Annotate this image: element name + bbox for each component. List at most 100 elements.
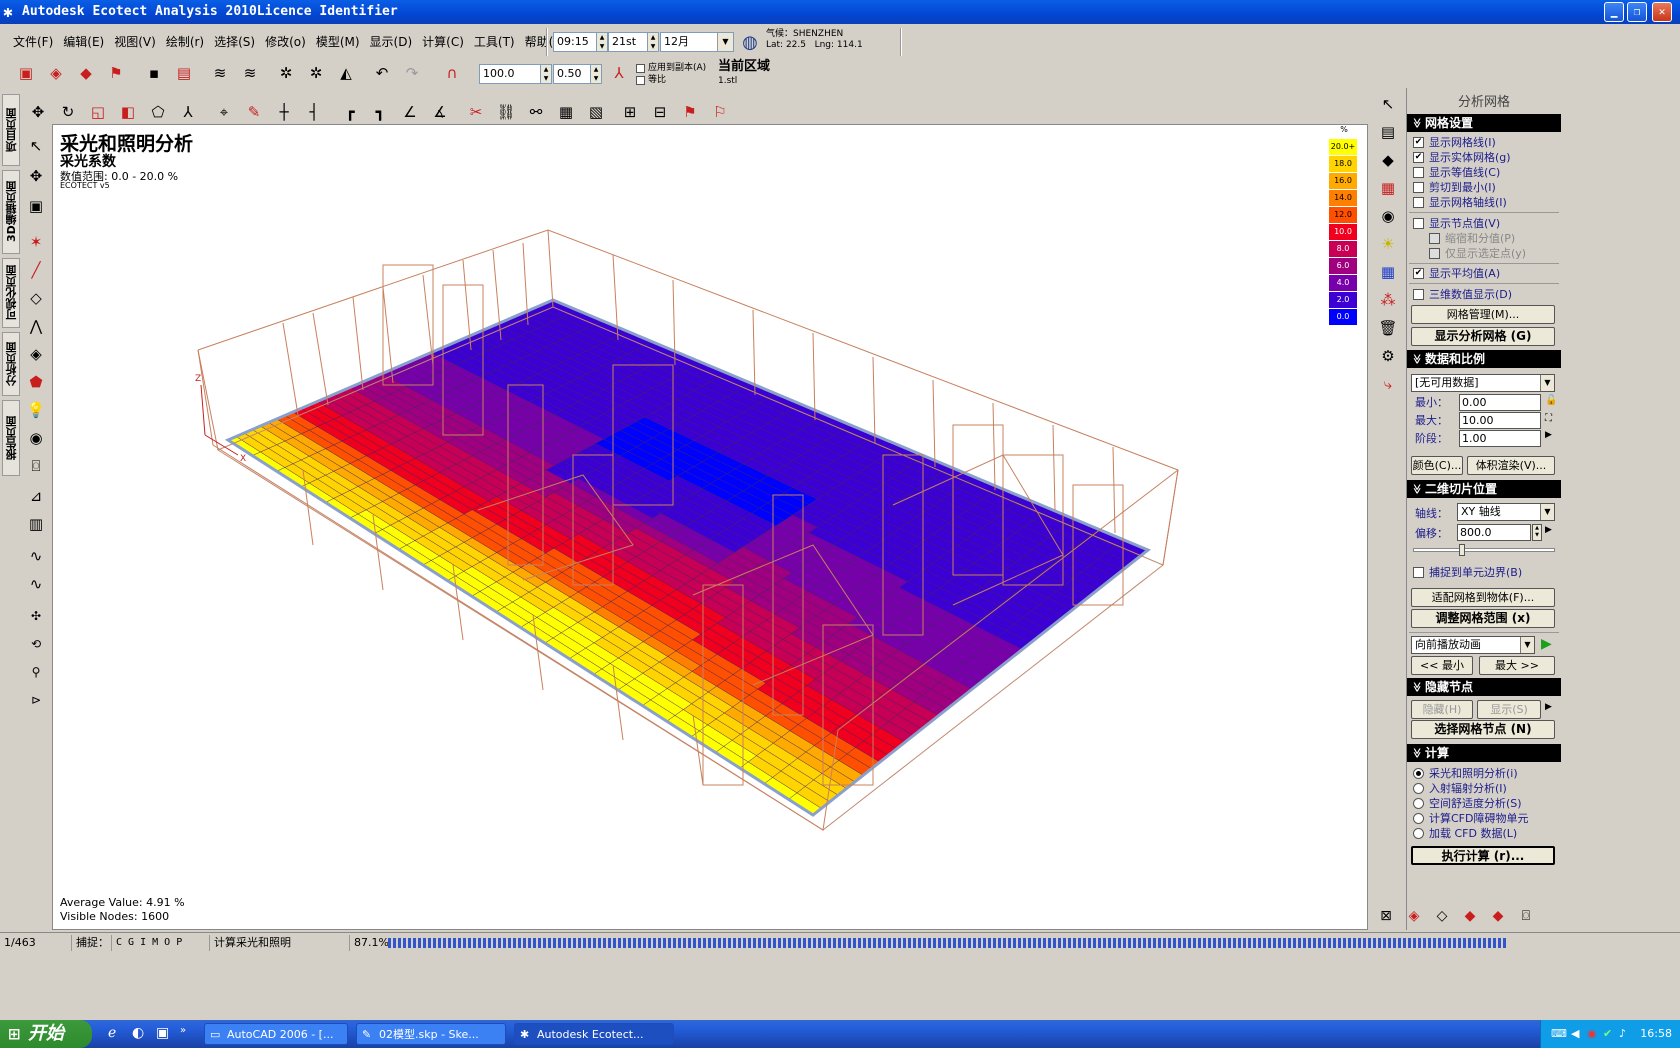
menu-tools[interactable]: 工具(T) [469,28,520,56]
min-input[interactable]: 0.00 [1459,394,1541,411]
corner-alt-icon[interactable]: ┓ [368,100,392,124]
step-input[interactable]: 0.50 [553,64,591,84]
dataset-select[interactable]: [无可用数据] ▼ [1411,374,1555,392]
fit-icon[interactable]: ⛶ [1545,413,1552,424]
offset-input[interactable]: 800.0 [1457,524,1531,541]
zoom-input[interactable]: 100.0 [479,64,541,84]
grid-manage-button[interactable]: 网格管理(M)... [1411,305,1555,324]
camera-view-icon[interactable]: ⌼ [1514,904,1538,928]
day-spinner[interactable]: ▲ ▼ [647,32,659,52]
display-icon[interactable]: ▪ [142,61,166,85]
anim-min-button[interactable]: << 最小 [1411,656,1473,675]
snap-tool-icon[interactable]: ⌖ [212,100,236,124]
show-solid-grid-option[interactable]: ✔ 显示实体网格(g) [1413,150,1511,165]
orbit-icon[interactable]: ✣ [24,604,48,628]
sun-icon[interactable]: ☀ [1376,232,1400,256]
shrink-option[interactable]: 缩宿和分值(P) [1429,231,1515,246]
quicklaunch-desktop-icon[interactable]: ▣ [156,1025,169,1041]
volume-render-button[interactable]: 体积渲染(V)... [1467,456,1555,475]
start-button[interactable]: ⊞ 开始 [0,1020,92,1048]
step-spinner[interactable]: ▲ ▼ [590,64,602,84]
chart-icon[interactable]: ▥ [24,512,48,536]
play-icon[interactable]: ▶ [1545,430,1552,440]
layers-alt-icon[interactable]: ≋ [238,61,262,85]
material-icon[interactable]: ◆ [1376,148,1400,172]
zoom-window-icon[interactable]: ▣ [24,194,48,218]
play-icon[interactable]: ▶ [1545,525,1552,535]
line-icon[interactable]: ╱ [24,258,48,282]
flag-alt-icon[interactable]: ⚐ [708,100,732,124]
open-file-icon[interactable]: ◈ [44,61,68,85]
light-icon[interactable]: 💡 [24,398,48,422]
split-icon[interactable]: ┼ [272,100,296,124]
volume-icon[interactable]: ♪ [1619,1020,1626,1048]
join-icon[interactable]: ┤ [302,100,326,124]
box-icon[interactable]: ⊞ [618,100,642,124]
time-spinner[interactable]: ▲ ▼ [596,32,608,52]
menu-view[interactable]: 视图(V) [109,28,161,56]
hide-nodes-button[interactable]: 隐藏(H) [1411,700,1473,719]
menu-model[interactable]: 模型(M) [311,28,365,56]
box-alt-icon[interactable]: ⊟ [648,100,672,124]
show-axes-option[interactable]: 显示网格轴线(I) [1413,195,1507,210]
render-icon[interactable]: ◭ [334,61,358,85]
cut-tool-icon[interactable]: ✎ [242,100,266,124]
show-3d-values-option[interactable]: 三维数值显示(D) [1413,287,1512,302]
day-input[interactable]: 21st [608,32,648,52]
speaker-icon[interactable]: ◉ [24,426,48,450]
slice-header[interactable]: 二维切片位置 [1407,480,1561,498]
visibility-icon[interactable]: ◉ [1376,204,1400,228]
equal-checkbox[interactable] [636,75,645,85]
curve-icon[interactable]: ∿ [24,544,48,568]
save-file-icon[interactable]: ◆ [74,61,98,85]
lock-icon[interactable]: 🔓 [1545,395,1557,406]
calc-option-radiation[interactable]: 入射辐射分析(I) [1413,781,1507,796]
task-ecotect[interactable]: ✱ Autodesk Ecotect... [514,1023,674,1045]
quicklaunch-more-icon[interactable]: » [180,1025,186,1036]
report-icon[interactable]: ▤ [1376,120,1400,144]
show-contours-option[interactable]: 显示等值线(C) [1413,165,1500,180]
menu-select[interactable]: 选择(S) [209,28,260,56]
curve-alt-icon[interactable]: ∿ [24,572,48,596]
menu-file[interactable]: 文件(F) [8,28,58,56]
zone-icon[interactable]: ⬟ [24,370,48,394]
show-nodes-button[interactable]: 显示(S) [1477,700,1541,719]
zone-manage-icon[interactable]: ▦ [1376,176,1400,200]
angle-icon[interactable]: ∠ [398,100,422,124]
month-select[interactable]: 12月 ▼ [660,32,734,52]
link-icon[interactable]: ⛓ [494,100,518,124]
wireframe-icon[interactable]: ◇ [1430,904,1454,928]
hidden-nodes-header[interactable]: 隐藏节点 [1407,678,1561,696]
menu-draw[interactable]: 绘制(r) [161,28,209,56]
gear-icon[interactable]: ✲ [274,61,298,85]
rotate-icon[interactable]: ↻ [56,100,80,124]
grid-icon[interactable]: ▦ [1376,260,1400,284]
zoom-icon[interactable]: ⚲ [24,660,48,684]
tab-analysis[interactable]: 分析页面 [2,332,20,396]
color-button[interactable]: 颜色(C)... [1411,456,1463,475]
only-selected-option[interactable]: 仅显示选定点(y) [1429,246,1526,261]
task-autocad[interactable]: ▭ AutoCAD 2006 - [... [204,1023,348,1045]
new-file-icon[interactable]: ▣ [14,61,38,85]
calc-header[interactable]: 计算 [1407,744,1561,762]
flag-icon[interactable]: ⚑ [678,100,702,124]
settings-icon[interactable]: ✲ [304,61,328,85]
axis-tool-icon[interactable]: ⅄ [176,100,200,124]
ungroup-icon[interactable]: ▧ [584,100,608,124]
time-input[interactable]: 09:15 [553,32,597,52]
network-icon[interactable]: ◀ [1571,1020,1579,1048]
axis-icon[interactable]: ⅄ [607,61,631,85]
data-scale-header[interactable]: 数据和比例 [1407,350,1561,368]
run-calculation-button[interactable]: 执行计算 (r)... [1411,846,1555,865]
export-icon[interactable]: ⚑ [104,61,128,85]
show-analysis-grid-button[interactable]: 显示分析网格 (G) [1411,327,1555,346]
polyline-icon[interactable]: ⋀ [24,314,48,338]
layers-icon[interactable]: ≋ [208,61,232,85]
calc-option-comfort[interactable]: 空间舒适度分析(S) [1413,796,1522,811]
play-icon[interactable]: ▶ [1545,702,1552,712]
calc-option-daylight[interactable]: 采光和照明分析(i) [1413,766,1518,781]
view-icon[interactable]: ⊠ [1374,904,1398,928]
anim-max-button[interactable]: 最大 >> [1479,656,1555,675]
show-average-option[interactable]: ✔ 显示平均值(A) [1413,266,1500,281]
quicklaunch-ie-icon[interactable]: ℯ [108,1025,116,1041]
